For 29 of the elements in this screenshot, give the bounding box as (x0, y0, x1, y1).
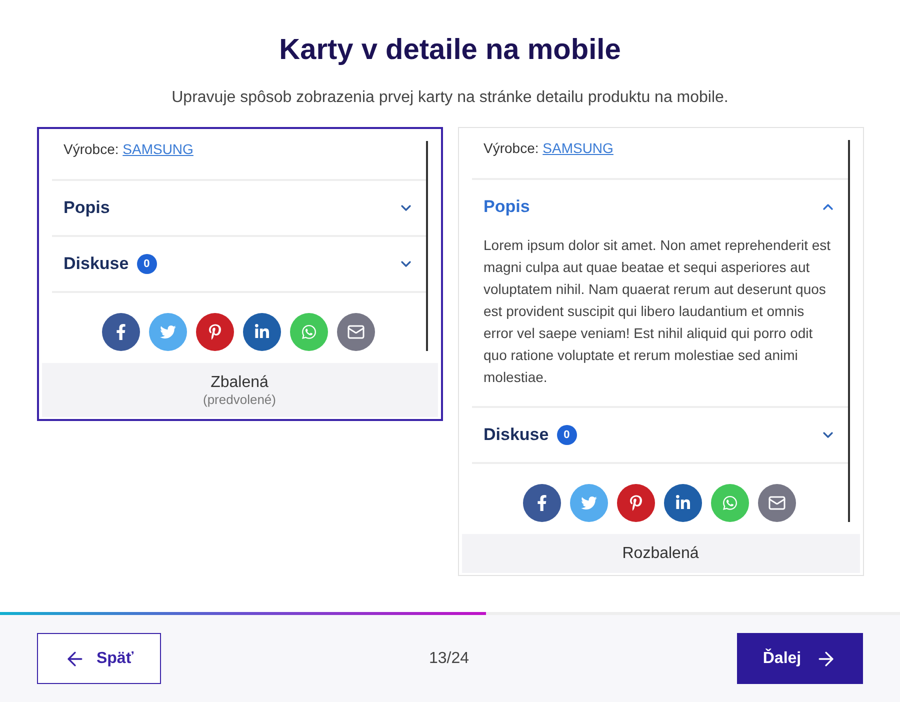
description-text: Lorem ipsum dolor sit amet. Non amet reprehenderit est magni culpa aut quae beatae et sequi asperiores aut voluptatem nihil. Nam quaerat rerum aut deserunt quos est provident suscipit qui libero laudantium et omnis error vel saepe veniam! Est nihil aliquid qui porro odit quo ratione voluptate et rerum molestiae sed animi molestiae. (484, 236, 832, 387)
page-subtitle: Upravuje spôsob zobrazenia prvej karty na stránke detailu produktu na mobile. (172, 89, 728, 107)
email-share-icon[interactable] (337, 313, 375, 351)
option-label: Rozbalená (622, 545, 699, 563)
facebook-share-icon[interactable] (102, 313, 140, 351)
section-title[interactable]: Diskuse (64, 254, 129, 274)
facebook-share-icon[interactable] (523, 484, 561, 522)
step-counter: 13/24 (428, 650, 470, 668)
manufacturer-link[interactable]: SAMSUNG (122, 141, 194, 157)
option-sublabel: (predvolené) (203, 392, 276, 407)
count-badge: 0 (556, 425, 577, 445)
pinterest-share-icon[interactable] (196, 313, 234, 351)
email-share-icon[interactable] (758, 484, 796, 522)
pinterest-share-icon[interactable] (617, 484, 655, 522)
linkedin-share-icon[interactable] (664, 484, 702, 522)
section-title[interactable]: Popis (64, 198, 110, 218)
next-button[interactable]: Ďalej (736, 633, 863, 684)
manufacturer-link[interactable]: SAMSUNG (542, 140, 614, 156)
back-button[interactable]: Späť (37, 633, 161, 684)
section-title[interactable]: Diskuse (484, 425, 549, 445)
linkedin-share-icon[interactable] (243, 313, 281, 351)
manufacturer-text: Výrobce: SAMSUNG (52, 141, 426, 181)
option-label: Zbalená (210, 374, 268, 392)
manufacturer-text: Výrobce: SAMSUNG (472, 140, 848, 180)
option-card[interactable]: Výrobce: SAMSUNG Popis Diskuse 0 Zbalená (predvolené) (36, 127, 442, 421)
count-badge: 0 (136, 254, 157, 274)
option-card[interactable] (458, 127, 864, 576)
page-title: Karty v detaile na mobile (279, 34, 621, 67)
section-title[interactable]: Popis (484, 197, 530, 217)
